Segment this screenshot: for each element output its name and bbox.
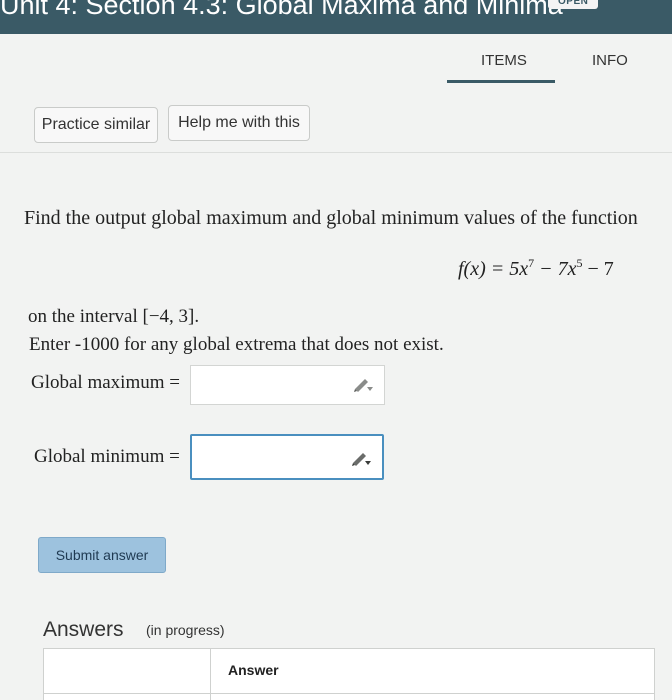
divider xyxy=(0,152,672,153)
tab-items[interactable]: ITEMS xyxy=(481,52,527,69)
interval-text: on the interval [−4, 3]. xyxy=(28,306,200,327)
question-text: Find the output global maximum and globa… xyxy=(24,207,638,229)
active-tab-indicator xyxy=(447,80,555,83)
formula-part: − 7x xyxy=(534,258,577,280)
status-badge: OPEN xyxy=(548,0,599,9)
instruction-text: Enter -1000 for any global extrema that … xyxy=(29,334,444,355)
pencil-icon[interactable] xyxy=(350,450,372,466)
submit-answer-button[interactable]: Submit answer xyxy=(38,537,166,573)
tab-info[interactable]: INFO xyxy=(592,52,628,69)
global-maximum-label: Global maximum = xyxy=(31,372,180,393)
answer-column-header: Answer xyxy=(228,662,279,678)
app-header: Unit 4: Section 4.3: Global Maxima and M… xyxy=(0,0,672,34)
formula-part: f(x) = 5x xyxy=(458,258,529,280)
pencil-icon[interactable] xyxy=(352,376,374,392)
answers-table: Answer xyxy=(43,648,655,700)
answers-title: Answers xyxy=(43,618,124,641)
help-me-button[interactable]: Help me with this xyxy=(168,105,310,141)
global-minimum-label: Global minimum = xyxy=(34,446,180,467)
formula-part: − 7 xyxy=(582,258,614,280)
practice-similar-button[interactable]: Practice similar xyxy=(34,107,158,143)
function-formula: f(x) = 5x7 − 7x5 − 7 xyxy=(458,256,614,281)
answers-subtitle: (in progress) xyxy=(146,622,225,638)
page-title: Unit 4: Section 4.3: Global Maxima and M… xyxy=(0,0,563,20)
row-divider xyxy=(44,693,654,694)
